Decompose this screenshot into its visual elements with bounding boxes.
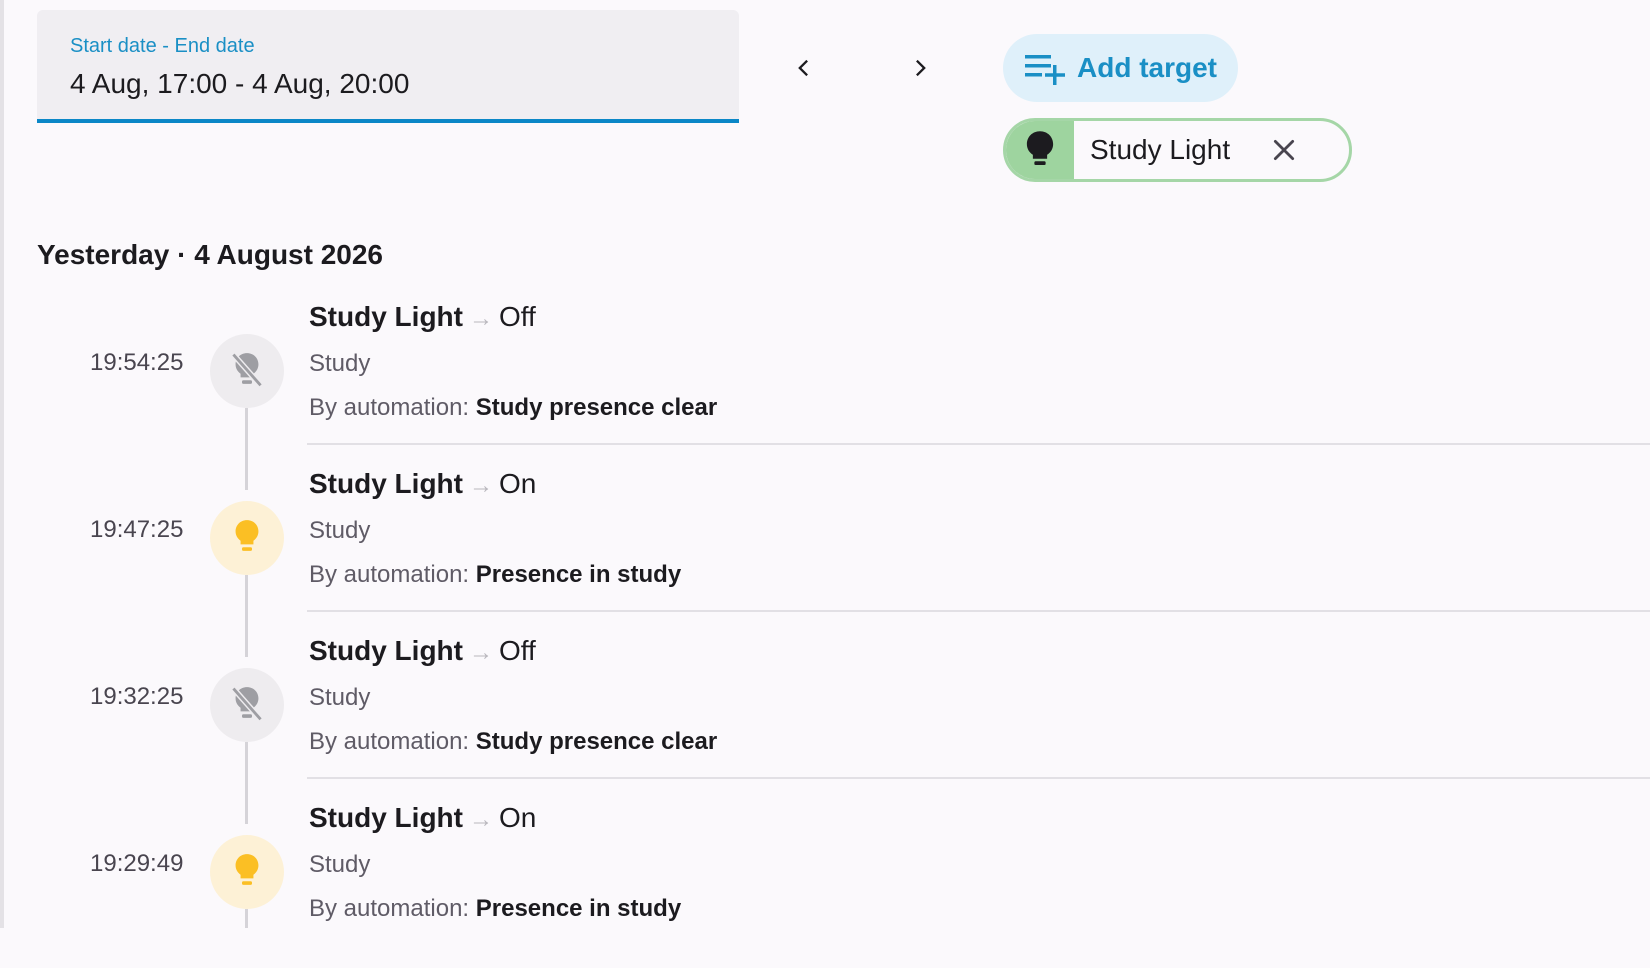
arrow-right-icon: →: [468, 639, 493, 666]
entry-icon-badge: [210, 501, 284, 575]
automation-link[interactable]: Presence in study: [476, 895, 681, 922]
entry-area: Study: [309, 684, 371, 711]
chip-remove-button[interactable]: [1266, 132, 1302, 168]
lightbulb-off-icon: [231, 686, 263, 722]
target-chip-study-light[interactable]: Study Light: [1003, 118, 1352, 182]
lightbulb-icon: [1026, 131, 1054, 165]
logbook-entry[interactable]: 19:47:25 Study Light → On Study By automat…: [0, 467, 1650, 634]
entry-time: 19:54:25: [90, 349, 184, 376]
entry-divider: [307, 443, 1650, 445]
lightbulb-off-icon: [231, 352, 263, 388]
entry-title: Study Light → Off: [309, 301, 536, 333]
chip-icon-container: [1006, 121, 1074, 179]
logbook-entry[interactable]: 19:54:25 Study Light → Off Study By automa…: [0, 300, 1650, 467]
entity-name[interactable]: Study Light: [309, 301, 463, 332]
entity-name[interactable]: Study Light: [309, 802, 463, 833]
add-target-label: Add target: [1077, 52, 1217, 83]
entity-state: Off: [498, 301, 536, 332]
lightbulb-icon: [235, 520, 259, 551]
entry-area: Study: [309, 517, 371, 544]
previous-period-button[interactable]: [778, 42, 830, 94]
chevron-right-icon: [916, 59, 926, 77]
entry-context: By automation: Study presence clear: [309, 394, 717, 422]
logbook-entry[interactable]: 19:29:49 Study Light → On Study By automat…: [0, 801, 1650, 968]
next-period-button[interactable]: [894, 42, 946, 94]
lightbulb-icon: [235, 854, 259, 885]
entry-area: Study: [309, 350, 371, 377]
entry-area: Study: [309, 851, 371, 878]
entry-time: 19:47:25: [90, 516, 184, 543]
entry-context: By automation: Presence in study: [309, 895, 681, 923]
context-prefix: By automation:: [309, 728, 476, 755]
entity-state: Off: [498, 635, 536, 666]
date-range-label: Start date - End date: [70, 35, 255, 57]
automation-link[interactable]: Presence in study: [476, 561, 681, 588]
entity-name[interactable]: Study Light: [309, 635, 463, 666]
entry-icon-badge: [210, 668, 284, 742]
close-icon: [1273, 139, 1295, 161]
entry-time: 19:29:49: [90, 850, 184, 877]
entry-title: Study Light → Off: [309, 635, 536, 667]
entry-divider: [307, 777, 1650, 779]
automation-link[interactable]: Study presence clear: [476, 728, 717, 755]
context-prefix: By automation:: [309, 394, 476, 421]
arrow-right-icon: →: [468, 305, 493, 332]
context-prefix: By automation:: [309, 561, 476, 588]
entry-title: Study Light → On: [309, 802, 536, 834]
chevron-left-icon: [798, 59, 808, 77]
logbook-entry[interactable]: 19:32:25 Study Light → Off Study By automa…: [0, 634, 1650, 801]
entry-time: 19:32:25: [90, 683, 184, 710]
context-prefix: By automation:: [309, 895, 476, 922]
entry-icon-badge: [210, 334, 284, 408]
arrow-right-icon: →: [468, 472, 493, 499]
add-target-button[interactable]: Add target: [1003, 34, 1238, 102]
entry-context: By automation: Presence in study: [309, 561, 681, 589]
entity-state: On: [498, 468, 537, 499]
date-range-value: 4 Aug, 17:00 - 4 Aug, 20:00: [70, 68, 410, 99]
chip-label: Study Light: [1090, 134, 1231, 165]
automation-link[interactable]: Study presence clear: [476, 394, 717, 421]
playlist-plus-icon: [1025, 55, 1065, 85]
entry-context: By automation: Study presence clear: [309, 728, 717, 756]
day-heading: Yesterday · 4 August 2026: [37, 239, 384, 270]
entry-icon-badge: [210, 835, 284, 909]
entity-state: On: [498, 802, 537, 833]
arrow-right-icon: →: [468, 806, 493, 833]
entity-name[interactable]: Study Light: [309, 468, 463, 499]
entry-title: Study Light → On: [309, 468, 536, 500]
entry-divider: [307, 610, 1650, 612]
date-range-field[interactable]: Start date - End date 4 Aug, 17:00 - 4 A…: [37, 10, 739, 123]
